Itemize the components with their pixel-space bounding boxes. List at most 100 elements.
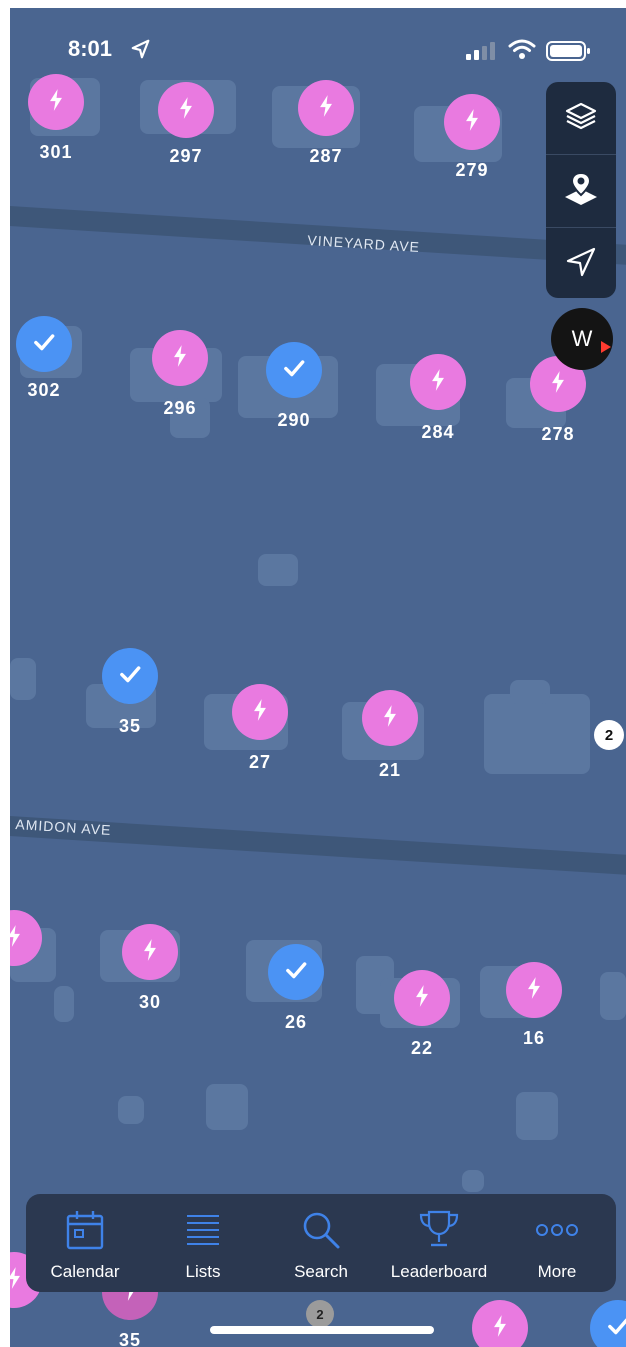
house-pin-bolt[interactable] [444, 94, 500, 150]
bolt-icon [247, 697, 273, 728]
house-number: 35 [118, 716, 142, 736]
bolt-icon [377, 703, 403, 734]
building [484, 694, 590, 774]
house-pin-bolt[interactable] [394, 970, 450, 1026]
cluster-badge[interactable]: 2 [306, 1300, 334, 1328]
building [516, 1092, 558, 1140]
house-pin-bolt[interactable] [122, 924, 178, 980]
house-pin-check[interactable] [590, 1300, 626, 1347]
tab-lists[interactable]: Lists [144, 1194, 262, 1292]
bolt-icon [137, 937, 163, 968]
house-pin-bolt[interactable] [410, 354, 466, 410]
house-pin-bolt[interactable] [506, 962, 562, 1018]
building [118, 1096, 144, 1124]
building [510, 680, 550, 704]
navigation-arrow-icon [564, 245, 598, 284]
house-pin-bolt[interactable] [158, 82, 214, 138]
layers-button[interactable] [546, 82, 616, 155]
bolt-icon [10, 1265, 27, 1296]
house-number: 26 [284, 1012, 308, 1032]
tab-bar: Calendar Lists Search Leaderboard More [26, 1194, 616, 1292]
house-number: 297 [169, 146, 203, 166]
house-number: 39 [10, 1318, 40, 1339]
house-number: 38 [10, 978, 40, 999]
layers-icon [563, 98, 599, 139]
house-number: 27 [248, 752, 272, 772]
compass-button[interactable]: W [551, 308, 613, 370]
house-pin-bolt[interactable] [28, 74, 84, 130]
map-view[interactable]: VINEYARD AVE AMIDON AVE 301 297 287 279 … [10, 8, 626, 1347]
calendar-icon [66, 1208, 104, 1252]
tab-label: More [537, 1262, 577, 1281]
house-number: 22 [410, 1038, 434, 1058]
house-number: 21 [378, 760, 402, 780]
compass-north-indicator-icon [601, 333, 611, 359]
app-screen: VINEYARD AVE AMIDON AVE 301 297 287 279 … [10, 8, 626, 1347]
location-arrow-icon [130, 38, 152, 65]
checkmark-icon [605, 1313, 626, 1344]
house-pin-check[interactable] [266, 342, 322, 398]
building [206, 1084, 248, 1130]
tab-search[interactable]: Search [262, 1194, 380, 1292]
list-icon [183, 1208, 223, 1252]
tab-label: Lists [185, 1262, 221, 1281]
bolt-icon [425, 367, 451, 398]
house-number: 296 [163, 398, 197, 418]
house-number: 302 [27, 380, 61, 400]
bolt-icon [43, 87, 69, 118]
building [10, 658, 36, 700]
current-location-button[interactable] [546, 228, 616, 300]
house-pin-bolt[interactable] [232, 684, 288, 740]
building [54, 986, 74, 1022]
house-number: 284 [421, 422, 455, 442]
compass-heading: W [571, 326, 593, 351]
map-pin-button[interactable] [546, 155, 616, 228]
trophy-icon [417, 1208, 461, 1252]
house-pin-bolt[interactable] [152, 330, 208, 386]
bolt-icon [313, 93, 339, 124]
bolt-icon [173, 95, 199, 126]
checkmark-icon [283, 957, 309, 988]
tab-leaderboard[interactable]: Leaderboard [380, 1194, 498, 1292]
house-pin-bolt[interactable] [362, 690, 418, 746]
bolt-icon [545, 369, 571, 400]
checkmark-icon [31, 329, 57, 360]
house-pin-bolt[interactable] [298, 80, 354, 136]
checkmark-icon [117, 661, 143, 692]
home-indicator[interactable] [210, 1326, 434, 1334]
map-pin-icon [561, 169, 601, 214]
house-number: 287 [309, 146, 343, 166]
building [462, 1170, 484, 1192]
bolt-icon [521, 975, 547, 1006]
bolt-icon [459, 107, 485, 138]
map-controls [546, 82, 616, 298]
tab-calendar[interactable]: Calendar [26, 1194, 144, 1292]
house-number: 279 [455, 160, 489, 180]
wifi-icon [508, 38, 536, 65]
status-time: 8:01 [68, 36, 112, 62]
search-icon [300, 1208, 342, 1252]
house-number: 278 [541, 424, 575, 444]
checkmark-icon [281, 355, 307, 386]
bolt-icon [10, 923, 27, 954]
bolt-icon [487, 1313, 513, 1344]
tab-more[interactable]: More [498, 1194, 616, 1292]
cellular-signal-icon [466, 42, 496, 65]
building [600, 972, 626, 1020]
house-pin-bolt[interactable] [472, 1300, 528, 1347]
battery-icon [546, 40, 592, 67]
tab-label: Calendar [50, 1262, 120, 1281]
house-pin-check[interactable] [16, 316, 72, 372]
house-number: 301 [39, 142, 73, 162]
bolt-icon [167, 343, 193, 374]
more-icon [535, 1208, 579, 1252]
tab-label: Search [294, 1262, 348, 1281]
cluster-badge[interactable]: 2 [594, 720, 624, 750]
house-number: 16 [522, 1028, 546, 1048]
building [258, 554, 298, 586]
tab-label: Leaderboard [390, 1262, 488, 1281]
house-number: 30 [138, 992, 162, 1012]
house-pin-check[interactable] [102, 648, 158, 704]
house-pin-check[interactable] [268, 944, 324, 1000]
bolt-icon [409, 983, 435, 1014]
